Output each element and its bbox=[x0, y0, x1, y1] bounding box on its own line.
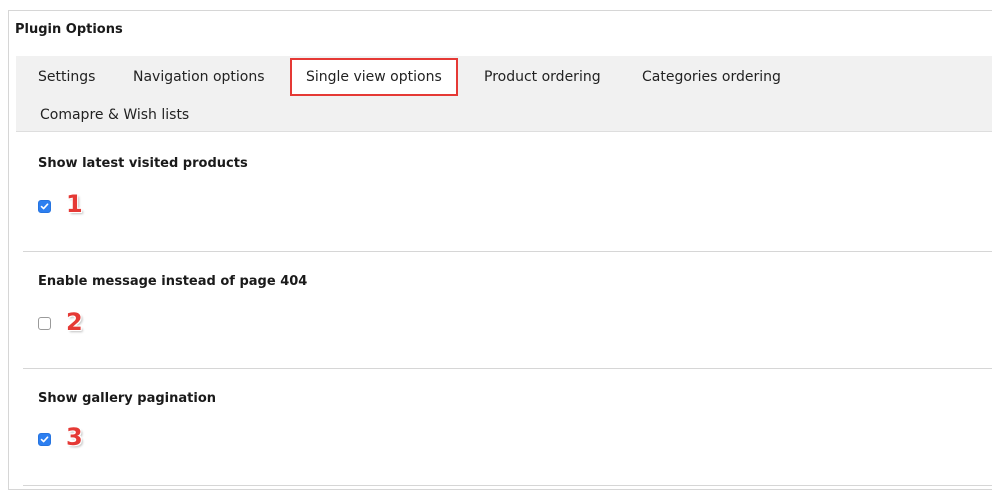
tab-compare-wish-lists-label: Comapre & Wish lists bbox=[40, 107, 190, 123]
tab-categories-ordering-label: Categories ordering bbox=[642, 69, 781, 85]
option-title: Show gallery pagination bbox=[38, 391, 217, 406]
annotation-marker: 1 bbox=[66, 190, 83, 218]
tab-single-view-options[interactable]: Single view options bbox=[290, 58, 458, 96]
option-section-gallery-pagination: Show gallery pagination 3 bbox=[23, 369, 992, 486]
tab-compare-wish-lists[interactable]: Comapre & Wish lists bbox=[40, 104, 189, 126]
show-gallery-pagination-checkbox[interactable] bbox=[38, 433, 51, 446]
annotation-marker: 2 bbox=[66, 308, 83, 336]
show-latest-visited-checkbox[interactable] bbox=[38, 200, 51, 213]
tab-product-ordering-label: Product ordering bbox=[484, 69, 601, 85]
annotation-marker: 3 bbox=[66, 423, 83, 451]
plugin-options-title: Plugin Options bbox=[15, 22, 123, 37]
option-title: Show latest visited products bbox=[38, 156, 248, 171]
enable-message-404-checkbox[interactable] bbox=[38, 317, 51, 330]
tab-bar: Settings Navigation options Single view … bbox=[16, 56, 992, 132]
checkmark-icon bbox=[40, 203, 49, 210]
tab-categories-ordering[interactable]: Categories ordering bbox=[642, 66, 781, 88]
tab-product-ordering[interactable]: Product ordering bbox=[484, 66, 601, 88]
option-section-latest-visited: Show latest visited products 1 bbox=[23, 132, 992, 252]
tab-settings[interactable]: Settings bbox=[38, 66, 95, 88]
option-section-page-404: Enable message instead of page 404 2 bbox=[23, 252, 992, 369]
tab-settings-label: Settings bbox=[38, 69, 96, 85]
tab-navigation-options-label: Navigation options bbox=[133, 69, 265, 85]
tab-single-view-options-label: Single view options bbox=[306, 69, 442, 85]
checkmark-icon bbox=[40, 436, 49, 443]
option-title: Enable message instead of page 404 bbox=[38, 274, 308, 289]
tab-navigation-options[interactable]: Navigation options bbox=[133, 66, 265, 88]
